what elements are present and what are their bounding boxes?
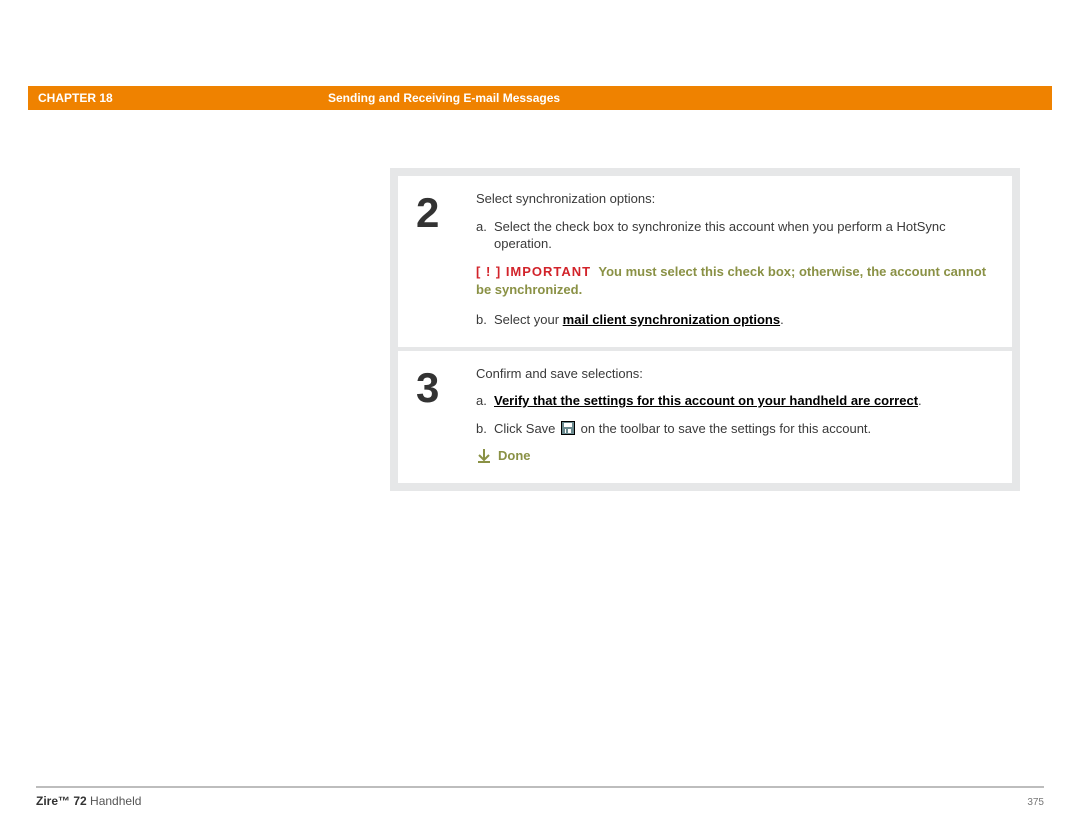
step-number: 3 xyxy=(416,365,476,465)
step-3: 3 Confirm and save selections: a. Verify… xyxy=(398,351,1012,483)
steps-container: 2 Select synchronization options: a. Sel… xyxy=(390,168,1020,491)
product-bold: Zire™ 72 xyxy=(36,794,87,808)
substep-text: Select your mail client synchronization … xyxy=(494,311,994,329)
substep-a: a. Select the check box to synchronize t… xyxy=(476,218,994,253)
step-body: Select synchronization options: a. Selec… xyxy=(476,190,994,329)
important-note: [ ! ] IMPORTANT You must select this che… xyxy=(476,263,994,299)
step-lead: Select synchronization options: xyxy=(476,190,994,208)
link-mail-client-sync-options[interactable]: mail client synchronization options xyxy=(563,312,780,327)
product-rest: Handheld xyxy=(87,794,142,808)
done-label: Done xyxy=(498,447,531,465)
step-lead: Confirm and save selections: xyxy=(476,365,994,383)
substep-letter: a. xyxy=(476,392,494,410)
step-body: Confirm and save selections: a. Verify t… xyxy=(476,365,994,465)
text-span: . xyxy=(780,312,784,327)
substep-text: Verify that the settings for this accoun… xyxy=(494,392,994,410)
text-span: Select your xyxy=(494,312,563,327)
done-arrow-icon xyxy=(476,448,492,464)
page-footer: Zire™ 72 Handheld 375 xyxy=(36,786,1044,808)
important-tag: [ ! ] IMPORTANT xyxy=(476,264,591,279)
substep-a: a. Verify that the settings for this acc… xyxy=(476,392,994,410)
step-number: 2 xyxy=(416,190,476,329)
substep-text: Select the check box to synchronize this… xyxy=(494,218,994,253)
substep-letter: b. xyxy=(476,420,494,438)
save-icon xyxy=(561,421,575,435)
substep-b: b. Click Save on the toolbar to save the… xyxy=(476,420,994,438)
done-indicator: Done xyxy=(476,447,994,465)
text-span: Click Save xyxy=(494,421,559,436)
text-span: . xyxy=(918,393,922,408)
chapter-label: CHAPTER 18 xyxy=(28,91,328,105)
substep-b: b. Select your mail client synchronizati… xyxy=(476,311,994,329)
substep-text: Click Save on the toolbar to save the se… xyxy=(494,420,994,438)
text-span: on the toolbar to save the settings for … xyxy=(577,421,871,436)
product-name: Zire™ 72 Handheld xyxy=(36,794,141,808)
step-2: 2 Select synchronization options: a. Sel… xyxy=(398,176,1012,347)
substep-letter: b. xyxy=(476,311,494,329)
substep-letter: a. xyxy=(476,218,494,253)
link-verify-settings[interactable]: Verify that the settings for this accoun… xyxy=(494,393,918,408)
chapter-header: CHAPTER 18 Sending and Receiving E-mail … xyxy=(28,86,1052,110)
page-number: 375 xyxy=(1027,797,1044,808)
chapter-title: Sending and Receiving E-mail Messages xyxy=(328,91,1052,105)
